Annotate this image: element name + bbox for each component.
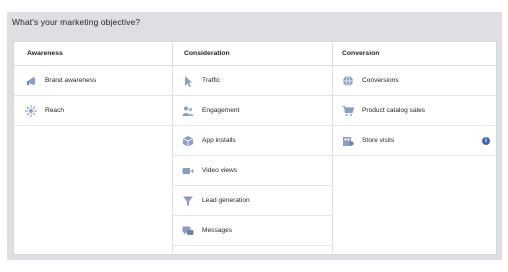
panel-title: What's your marketing objective? — [12, 17, 141, 27]
objective-label: Engagement — [202, 107, 240, 114]
globe-icon — [341, 74, 355, 88]
objective-label: Reach — [45, 107, 65, 114]
people-icon — [181, 104, 195, 118]
objective-label: Traffic — [202, 77, 220, 84]
column-conversion: Conversion Conversions Product catalog s… — [332, 42, 496, 254]
objective-label: Conversions — [362, 77, 399, 84]
cursor-icon — [181, 74, 195, 88]
objective-label: Messages — [202, 227, 233, 234]
objective-panel: What's your marketing objective? Awarene… — [7, 12, 502, 260]
objective-label: Video views — [202, 167, 238, 174]
objective-label: Store visits — [362, 137, 395, 144]
objective-product-catalog-sales[interactable]: Product catalog sales — [333, 96, 496, 126]
objective-brand-awareness[interactable]: Brand awareness — [14, 66, 172, 96]
column-header-consideration: Consideration — [173, 42, 332, 66]
objective-reach[interactable]: Reach — [14, 96, 172, 126]
objective-messages[interactable]: Messages — [173, 216, 332, 246]
objective-lead-generation[interactable]: Lead generation — [173, 186, 332, 216]
cube-icon — [181, 134, 195, 148]
chat-icon — [181, 224, 195, 238]
objective-table: Awareness Brand awareness Reach Consider… — [13, 41, 497, 255]
funnel-icon — [181, 194, 195, 208]
column-header-conversion: Conversion — [333, 42, 496, 66]
objective-app-installs[interactable]: App installs — [173, 126, 332, 156]
column-header-awareness: Awareness — [14, 42, 172, 66]
video-icon — [181, 164, 195, 178]
objective-label: App installs — [202, 137, 236, 144]
column-consideration: Consideration Traffic Engagement App ins… — [172, 42, 332, 254]
objective-traffic[interactable]: Traffic — [173, 66, 332, 96]
objective-conversions[interactable]: Conversions — [333, 66, 496, 96]
objective-label: Product catalog sales — [362, 107, 426, 114]
reach-icon — [24, 104, 38, 118]
objective-label: Brand awareness — [45, 77, 97, 84]
objective-store-visits[interactable]: Store visits i — [333, 126, 496, 156]
cart-icon — [341, 104, 355, 118]
megaphone-icon — [24, 74, 38, 88]
objective-label: Lead generation — [202, 197, 250, 204]
objective-engagement[interactable]: Engagement — [173, 96, 332, 126]
store-icon — [341, 134, 355, 148]
column-awareness: Awareness Brand awareness Reach — [14, 42, 172, 254]
info-icon[interactable]: i — [482, 136, 490, 145]
objective-video-views[interactable]: Video views — [173, 156, 332, 186]
